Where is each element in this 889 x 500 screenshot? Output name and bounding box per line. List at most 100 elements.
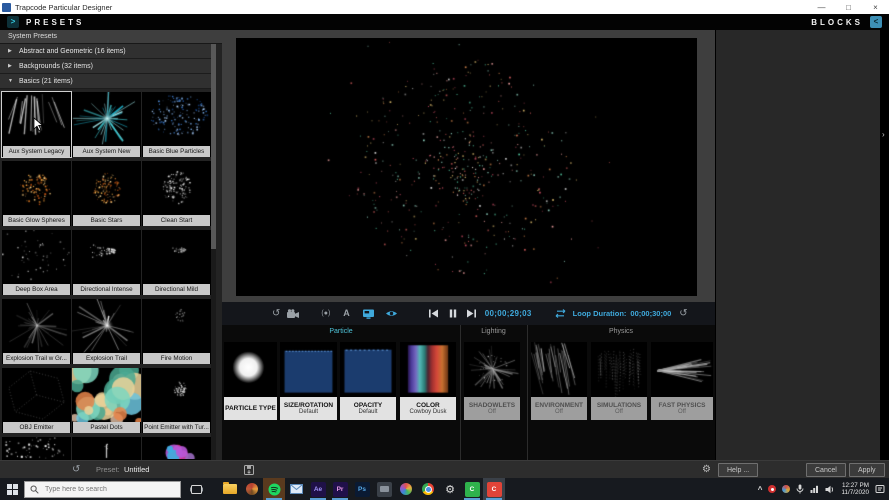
settings-gear-icon[interactable]: ⚙ [702,461,711,478]
reset-loop-icon[interactable]: ↺ [679,309,687,319]
monitor-icon[interactable] [362,309,375,319]
category-basics[interactable]: ▼ Basics (21 items) [0,74,211,89]
camtasia-button[interactable]: C [461,478,483,500]
settings-button[interactable]: ⚙ [439,478,461,500]
screen-capture-button[interactable] [373,478,395,500]
preset-thumbnail [142,92,211,146]
preset-item-partial[interactable] [142,437,211,460]
preset-thumbnail [72,437,141,459]
camtasia-recorder-button[interactable]: C [483,478,505,500]
preset-directional-mild[interactable]: Directional Mild [142,230,211,295]
preset-name: Pastel Dots [73,422,140,433]
preset-basic-glow-spheres[interactable]: Basic Glow Spheres [2,161,71,226]
block-fast-physics[interactable]: FAST PHYSICSOff [651,342,713,420]
loop-duration-value[interactable]: 00;00;30;00 [630,309,671,318]
start-button[interactable] [0,478,24,500]
notification-center-icon[interactable] [875,484,885,494]
premiere-button[interactable]: Pr [329,478,351,500]
transport-bar: ↺ (●) A 00;00;29;03 Loop Duration: 00;00… [222,302,715,325]
game-app-button[interactable] [241,478,263,500]
presets-collapse-icon[interactable]: > [7,16,19,28]
block-size-rotation[interactable]: SIZE/ROTATIONDefault [280,342,337,420]
text-overlay-icon[interactable]: A [343,309,350,318]
preset-explosion-trail[interactable]: Explosion Trail [72,299,141,364]
motion-blur-icon[interactable]: (●) [321,310,330,317]
block-name: SIMULATIONS [597,402,641,409]
after-effects-button[interactable]: Ae [307,478,329,500]
preset-deep-box-area[interactable]: Deep Box Area [2,230,71,295]
preset-clean-start[interactable]: Clean Start [142,161,211,226]
task-view-button[interactable] [185,478,207,500]
preset-basic-blue-particles[interactable]: Basic Blue Particles [142,92,211,157]
preset-item-partial[interactable] [2,437,71,460]
preset-thumbnail [142,299,211,353]
loop-icon[interactable] [554,309,567,318]
spotify-button[interactable] [263,478,285,500]
preset-name: Directional Intense [73,284,140,295]
window-edge: › [880,30,889,460]
mail-button[interactable] [285,478,307,500]
block-name: OPACITY [354,402,382,409]
pause-icon[interactable] [449,309,457,318]
preset-name: Basic Stars [73,215,140,226]
close-button[interactable]: × [862,0,889,14]
presets-scrollbar[interactable] [211,44,216,460]
taskbar-clock[interactable]: 12:27 PM 11/7/2020 [841,482,869,497]
preset-name: Explosion Trail w Gr... [3,353,70,364]
preset-obj-emitter[interactable]: OBJ Emitter [2,368,71,433]
microphone-tray-icon[interactable] [796,484,804,494]
scrollbar-thumb[interactable] [211,44,216,249]
preset-name: Basic Blue Particles [143,146,210,157]
block-environment[interactable]: ENVIRONMENTOff [531,342,587,420]
preset-thumbnail [142,437,211,459]
edge-expand-icon[interactable]: › [882,130,885,139]
block-opacity[interactable]: OPACITYDefault [340,342,396,420]
preset-pastel-dots[interactable]: Pastel Dots [72,368,141,433]
save-preset-icon[interactable] [244,461,254,478]
category-abstract-geometric[interactable]: ▶ Abstract and Geometric (16 items) [0,44,211,59]
photoshop-button[interactable]: Ps [351,478,373,500]
security-tray-icon[interactable] [782,485,790,493]
category-backgrounds[interactable]: ▶ Backgrounds (32 items) [0,59,211,74]
reset-view-icon[interactable]: ↺ [272,309,280,319]
previous-frame-icon[interactable] [428,309,439,318]
minimize-button[interactable]: — [808,0,835,14]
recording-status-icon[interactable] [768,485,776,493]
block-color[interactable]: COLORCowboy Dusk [400,342,456,420]
block-particle-type[interactable]: PARTICLE TYPE [224,342,277,420]
chrome-button[interactable] [417,478,439,500]
reset-preset-icon[interactable]: ↺ [72,461,80,478]
camera-icon[interactable] [287,309,299,319]
help-button[interactable]: Help ... [718,463,758,477]
preview-viewport[interactable] [236,38,697,296]
preset-point-emitter-turbulence[interactable]: Point Emitter with Tur... [142,368,211,433]
taskbar-search[interactable] [24,481,181,498]
block-simulations[interactable]: SIMULATIONSOff [591,342,647,420]
block-variant: Cowboy Dusk [409,409,446,415]
preset-field-value[interactable]: Untitled [124,461,149,478]
section-particle: Particle [222,328,460,335]
network-tray-icon[interactable] [810,485,819,493]
cancel-button[interactable]: Cancel [806,463,846,477]
eye-icon[interactable] [385,309,398,318]
task-view-icon [190,484,203,495]
blocks-collapse-icon[interactable]: < [870,16,882,28]
preset-item-partial[interactable] [72,437,141,460]
preset-directional-intense[interactable]: Directional Intense [72,230,141,295]
preset-aux-system-new[interactable]: Aux System New [72,92,141,157]
block-shadowlets[interactable]: SHADOWLETSOff [464,342,520,420]
next-frame-icon[interactable] [466,309,477,318]
preset-fire-motion[interactable]: Fire Motion [142,299,211,364]
file-explorer-button[interactable] [219,478,241,500]
tray-expand-icon[interactable]: ^ [758,485,763,494]
preset-name: Deep Box Area [3,284,70,295]
volume-tray-icon[interactable] [825,485,835,494]
preset-explosion-trail-w-gr[interactable]: Explosion Trail w Gr... [2,299,71,364]
search-input[interactable] [43,485,167,494]
apply-button[interactable]: Apply [849,463,885,477]
preset-thumbnail [142,161,211,215]
pinwheel-app-button[interactable] [395,478,417,500]
maximize-button[interactable]: □ [835,0,862,14]
preset-basic-stars[interactable]: Basic Stars [72,161,141,226]
preset-thumbnail [142,368,211,422]
